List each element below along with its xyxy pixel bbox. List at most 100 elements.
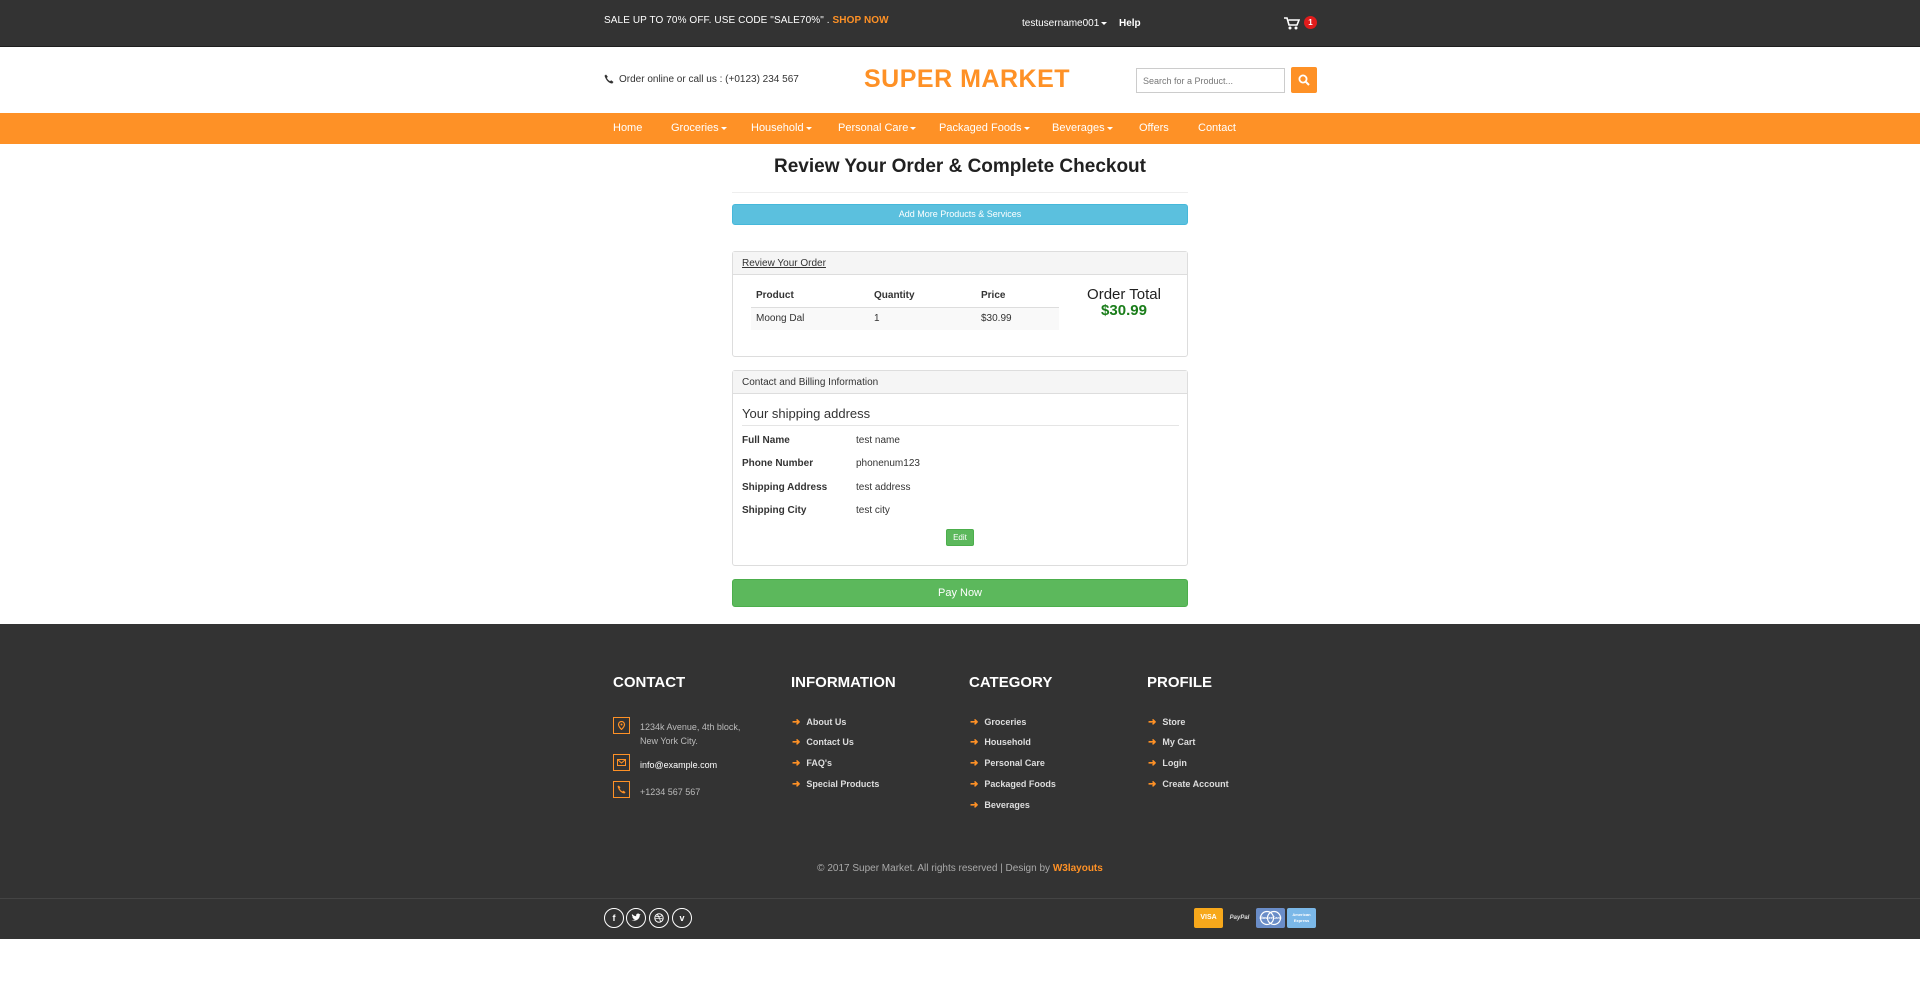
- footer-link-household[interactable]: ➜ Household: [970, 737, 1031, 748]
- map-marker-icon: [613, 717, 630, 734]
- arrow-right-icon: ➜: [792, 717, 801, 728]
- footer-contact-title: CONTACT: [613, 674, 686, 691]
- order-total-label: Order Total: [1087, 286, 1161, 303]
- info-row-phone: Phone Number phonenum123: [742, 458, 1172, 472]
- amex-card-icon: American Express: [1287, 908, 1316, 928]
- cart-button[interactable]: 1: [1284, 16, 1318, 32]
- phone-icon: [604, 74, 614, 84]
- footer-link-login[interactable]: ➜ Login: [1148, 758, 1187, 769]
- info-value: test city: [856, 505, 890, 516]
- billing-panel: Contact and Billing Information Your shi…: [732, 370, 1188, 566]
- vimeo-icon[interactable]: v: [672, 908, 692, 928]
- address-line-2: New York City.: [640, 736, 698, 746]
- footer-link-special-products[interactable]: ➜ Special Products: [792, 779, 879, 790]
- nav-beverages[interactable]: Beverages: [1052, 113, 1113, 144]
- info-label: Phone Number: [742, 458, 814, 469]
- footer-link-packaged-foods[interactable]: ➜ Packaged Foods: [970, 779, 1056, 790]
- cell-quantity: 1: [869, 307, 976, 330]
- footer-link-contact-us[interactable]: ➜ Contact Us: [792, 737, 854, 748]
- footer-profile-title: PROFILE: [1147, 674, 1213, 691]
- user-account-dropdown[interactable]: testusername001: [1022, 18, 1108, 29]
- footer-link-label: Personal Care: [984, 758, 1045, 768]
- footer-email-link[interactable]: info@example.com: [640, 758, 717, 772]
- pay-now-button[interactable]: Pay Now: [732, 579, 1188, 607]
- paypal-card-icon: PayPal: [1225, 908, 1254, 928]
- footer-phone: +1234 567 567: [640, 787, 701, 797]
- search-button[interactable]: [1291, 67, 1317, 93]
- caret-down-icon: [805, 126, 812, 130]
- order-phone-info: Order online or call us : (+0123) 234 56…: [604, 74, 799, 85]
- designer-link[interactable]: W3layouts: [1053, 863, 1103, 874]
- nav-household-label: Household: [751, 122, 804, 134]
- footer-link-groceries[interactable]: ➜ Groceries: [970, 717, 1026, 728]
- arrow-right-icon: ➜: [970, 717, 979, 728]
- help-link[interactable]: Help: [1119, 18, 1141, 29]
- info-row-shipping-address: Shipping Address test address: [742, 482, 1172, 496]
- info-label: Shipping Address: [742, 482, 828, 493]
- nav-home[interactable]: Home: [613, 113, 642, 144]
- nav-personal-care[interactable]: Personal Care: [838, 113, 917, 144]
- search-icon: [1298, 74, 1310, 86]
- footer-link-about-us[interactable]: ➜ About Us: [792, 717, 846, 728]
- site-logo[interactable]: SUPER MARKET: [864, 65, 1070, 94]
- dribbble-icon[interactable]: [649, 908, 669, 928]
- site-footer: CONTACT 1234k Avenue, 4th block, New Yor…: [0, 624, 1920, 898]
- arrow-right-icon: ➜: [970, 800, 979, 811]
- caret-down-icon: [1101, 21, 1108, 25]
- footer-link-personal-care[interactable]: ➜ Personal Care: [970, 758, 1045, 769]
- add-more-products-button[interactable]: Add More Products & Services: [732, 204, 1188, 225]
- search-input[interactable]: [1136, 68, 1285, 93]
- footer-link-beverages[interactable]: ➜ Beverages: [970, 800, 1030, 811]
- footer-link-create-account[interactable]: ➜ Create Account: [1148, 779, 1229, 790]
- footer-bottom-bar: f v VISA PayPal MasterCard American Expr…: [0, 898, 1920, 939]
- arrow-right-icon: ➜: [792, 758, 801, 769]
- edit-address-button[interactable]: Edit: [946, 529, 974, 546]
- info-value: test address: [856, 482, 911, 493]
- billing-heading: Contact and Billing Information: [733, 371, 1187, 394]
- nav-packaged-foods[interactable]: Packaged Foods: [939, 113, 1030, 144]
- nav-beverages-label: Beverages: [1052, 122, 1105, 134]
- nav-groceries-label: Groceries: [671, 122, 719, 134]
- top-bar: SALE UP TO 70% OFF. USE CODE "SALE70%" .…: [0, 0, 1920, 47]
- footer-link-label: Household: [984, 737, 1031, 747]
- info-row-full-name: Full Name test name: [742, 435, 1172, 449]
- footer-link-store[interactable]: ➜ Store: [1148, 717, 1185, 728]
- caret-down-icon: [1106, 126, 1113, 130]
- cell-price: $30.99: [976, 307, 1059, 330]
- cart-icon: [1284, 17, 1300, 30]
- page-title: Review Your Order & Complete Checkout: [774, 156, 1146, 177]
- shop-now-link[interactable]: SHOP NOW: [833, 15, 889, 26]
- footer-link-label: Contact Us: [806, 737, 854, 747]
- footer-link-label: Login: [1162, 758, 1187, 768]
- arrow-right-icon: ➜: [1148, 779, 1157, 790]
- caret-down-icon: [910, 126, 917, 130]
- arrow-right-icon: ➜: [970, 779, 979, 790]
- phone-text: Order online or call us : (+0123) 234 56…: [619, 74, 799, 85]
- info-value: phonenum123: [856, 458, 920, 469]
- promo-text: SALE UP TO 70% OFF. USE CODE "SALE70%" .: [604, 15, 830, 26]
- caret-down-icon: [1023, 126, 1030, 130]
- nav-contact[interactable]: Contact: [1198, 113, 1236, 144]
- nav-groceries[interactable]: Groceries: [671, 113, 727, 144]
- footer-link-faqs[interactable]: ➜ FAQ's: [792, 758, 832, 769]
- arrow-right-icon: ➜: [1148, 717, 1157, 728]
- info-label: Shipping City: [742, 505, 807, 516]
- facebook-icon[interactable]: f: [604, 908, 624, 928]
- info-row-shipping-city: Shipping City test city: [742, 505, 1172, 519]
- footer-link-my-cart[interactable]: ➜ My Cart: [1148, 737, 1195, 748]
- nav-packaged-foods-label: Packaged Foods: [939, 122, 1022, 134]
- arrow-right-icon: ➜: [1148, 737, 1157, 748]
- nav-offers[interactable]: Offers: [1139, 113, 1169, 144]
- footer-link-label: Special Products: [806, 779, 880, 789]
- footer-category-title: CATEGORY: [969, 674, 1053, 691]
- username-label: testusername001: [1022, 18, 1100, 29]
- footer-link-label: Groceries: [984, 717, 1027, 727]
- nav-household[interactable]: Household: [751, 113, 812, 144]
- order-table: Product Quantity Price Moong Dal 1 $30.9…: [751, 284, 1059, 330]
- column-header-quantity: Quantity: [869, 284, 976, 308]
- column-header-product: Product: [751, 284, 869, 308]
- twitter-icon[interactable]: [626, 908, 646, 928]
- cell-product: Moong Dal: [751, 307, 869, 330]
- review-order-panel: Review Your Order Product Quantity Price…: [732, 251, 1188, 357]
- review-order-heading[interactable]: Review Your Order: [733, 252, 1187, 275]
